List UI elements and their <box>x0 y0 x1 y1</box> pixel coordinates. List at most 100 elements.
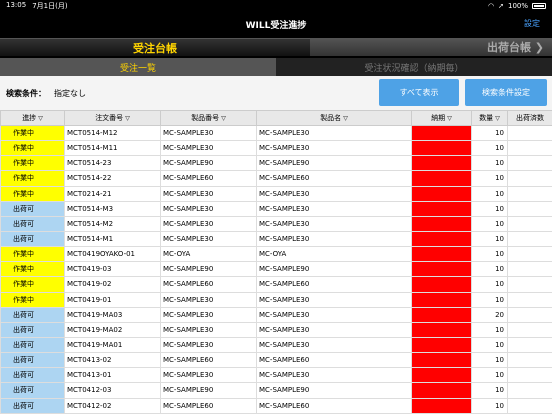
header-status[interactable]: 進捗 ▽ <box>0 110 65 126</box>
cell-product-no: MC-SAMPLE30 <box>160 230 257 248</box>
tab-received-ledger[interactable]: 受注台帳 <box>0 38 310 56</box>
cell-shipped-qty <box>507 215 552 232</box>
cell-product-no: MC-SAMPLE60 <box>160 276 257 293</box>
table-row[interactable]: 作業中 MCT0214-21 MC-SAMPLE30 MC-SAMPLE30 10 <box>0 185 552 202</box>
cell-product-name: MC-SAMPLE30 <box>256 291 412 308</box>
cell-order-no: MCT0514-23 <box>64 155 161 172</box>
cell-quantity: 20 <box>471 306 508 323</box>
table-row[interactable]: 出荷可 MCT0412-03 MC-SAMPLE90 MC-SAMPLE90 10 <box>0 382 552 399</box>
table-row[interactable]: 出荷可 MCT0413-01 MC-SAMPLE30 MC-SAMPLE30 10 <box>0 367 552 384</box>
cell-shipped-qty <box>507 276 552 293</box>
table-row[interactable]: 作業中 MCT0419-01 MC-SAMPLE30 MC-SAMPLE30 10 <box>0 291 552 308</box>
cell-shipped-qty <box>507 200 552 217</box>
cell-due-date <box>411 124 472 142</box>
cell-due-date <box>411 367 472 384</box>
cell-status: 出荷可 <box>0 336 65 354</box>
cell-quantity: 10 <box>471 185 508 202</box>
set-condition-button[interactable]: 検索条件設定 <box>465 79 547 106</box>
table-row[interactable]: 作業中 MCT0419OYAKO-01 MC-OYA MC-OYA 10 <box>0 246 552 263</box>
cell-order-no: MCT0413-02 <box>64 352 161 369</box>
cell-status: 作業中 <box>0 291 65 308</box>
battery-icon <box>532 3 546 9</box>
settings-button[interactable]: 設定 <box>524 18 540 29</box>
table-row[interactable]: 出荷可 MCT0514-M1 MC-SAMPLE30 MC-SAMPLE30 10 <box>0 230 552 248</box>
table-row[interactable]: 作業中 MCT0419-02 MC-SAMPLE60 MC-SAMPLE60 10 <box>0 276 552 293</box>
cell-quantity: 10 <box>471 246 508 263</box>
table-row[interactable]: 出荷可 MCT0419-MA03 MC-SAMPLE30 MC-SAMPLE30 20 <box>0 306 552 323</box>
cell-due-date <box>411 382 472 399</box>
cell-shipped-qty <box>507 291 552 308</box>
table-row[interactable]: 作業中 MCT0514-M12 MC-SAMPLE30 MC-SAMPLE30 10 <box>0 124 552 142</box>
cell-shipped-qty <box>507 185 552 202</box>
cell-order-no: MCT0412-02 <box>64 397 161 414</box>
cell-product-no: MC-SAMPLE90 <box>160 261 257 278</box>
cell-product-name: MC-SAMPLE60 <box>256 352 412 369</box>
cell-due-date <box>411 306 472 323</box>
cell-due-date <box>411 200 472 217</box>
cell-status: 出荷可 <box>0 367 65 384</box>
header-order-no[interactable]: 注文番号 ▽ <box>64 110 161 126</box>
cell-due-date <box>411 155 472 172</box>
cell-quantity: 10 <box>471 336 508 354</box>
cell-status: 作業中 <box>0 170 65 187</box>
cell-shipped-qty <box>507 230 552 248</box>
table-row[interactable]: 出荷可 MCT0514-M2 MC-SAMPLE30 MC-SAMPLE30 10 <box>0 215 552 232</box>
cell-due-date <box>411 276 472 293</box>
table-row[interactable]: 作業中 MCT0514-23 MC-SAMPLE90 MC-SAMPLE90 10 <box>0 155 552 172</box>
cell-order-no: MCT0419-MA02 <box>64 321 161 338</box>
table-row[interactable]: 出荷可 MCT0419-MA02 MC-SAMPLE30 MC-SAMPLE30 10 <box>0 321 552 338</box>
order-table-container[interactable]: 進捗 ▽ 注文番号 ▽ 製品番号 ▽ 製品名 ▽ 納期 ▽ 数量 ▽ 出荷済数 作業中 MCT… <box>0 110 552 414</box>
tab-order-list[interactable]: 受注一覧 <box>0 58 276 76</box>
cell-order-no: MCT0419-03 <box>64 261 161 278</box>
app-title: WILL受注進捗 <box>245 21 307 31</box>
cell-status: 出荷可 <box>0 230 65 248</box>
table-row[interactable]: 出荷可 MCT0419-MA01 MC-SAMPLE30 MC-SAMPLE30 10 <box>0 336 552 354</box>
tab-order-status[interactable]: 受注状況確認（納期毎） <box>276 58 552 76</box>
table-row[interactable]: 出荷可 MCT0412-02 MC-SAMPLE60 MC-SAMPLE60 10 <box>0 397 552 414</box>
cell-product-no: MC-SAMPLE30 <box>160 124 257 142</box>
cell-order-no: MCT0214-21 <box>64 185 161 202</box>
cell-quantity: 10 <box>471 397 508 414</box>
header-product-name[interactable]: 製品名 ▽ <box>256 110 412 126</box>
tab-shipping-ledger[interactable]: 出荷台帳 ❯ <box>310 38 552 56</box>
cell-product-name: MC-SAMPLE30 <box>256 185 412 202</box>
cell-due-date <box>411 352 472 369</box>
table-row[interactable]: 作業中 MCT0514-22 MC-SAMPLE60 MC-SAMPLE60 10 <box>0 170 552 187</box>
cell-due-date <box>411 291 472 308</box>
cell-shipped-qty <box>507 336 552 354</box>
cell-product-no: MC-SAMPLE90 <box>160 155 257 172</box>
filter-icon: ▽ <box>447 115 452 122</box>
header-product-no[interactable]: 製品番号 ▽ <box>160 110 257 126</box>
cell-quantity: 10 <box>471 200 508 217</box>
cell-shipped-qty <box>507 155 552 172</box>
wifi-icon: ◠ <box>488 2 495 10</box>
cell-shipped-qty <box>507 306 552 323</box>
cell-status: 出荷可 <box>0 321 65 338</box>
header-due-date[interactable]: 納期 ▽ <box>411 110 472 126</box>
cell-status: 出荷可 <box>0 306 65 323</box>
cell-due-date <box>411 140 472 157</box>
ledger-tabs: 受注台帳 出荷台帳 ❯ <box>0 38 552 56</box>
table-row[interactable]: 作業中 MCT0419-03 MC-SAMPLE90 MC-SAMPLE90 10 <box>0 261 552 278</box>
cell-product-name: MC-SAMPLE90 <box>256 382 412 399</box>
cell-shipped-qty <box>507 367 552 384</box>
cell-product-no: MC-SAMPLE30 <box>160 336 257 354</box>
cell-product-no: MC-SAMPLE60 <box>160 170 257 187</box>
cell-due-date <box>411 230 472 248</box>
cell-quantity: 10 <box>471 230 508 248</box>
table-row[interactable]: 出荷可 MCT0413-02 MC-SAMPLE60 MC-SAMPLE60 10 <box>0 352 552 369</box>
cell-order-no: MCT0419-01 <box>64 291 161 308</box>
show-all-button[interactable]: すべて表示 <box>379 79 459 106</box>
cell-quantity: 10 <box>471 352 508 369</box>
cell-product-name: MC-SAMPLE30 <box>256 321 412 338</box>
cell-shipped-qty <box>507 352 552 369</box>
header-quantity[interactable]: 数量 ▽ <box>471 110 508 126</box>
cell-product-name: MC-OYA <box>256 246 412 263</box>
header-shipped-qty: 出荷済数 <box>507 110 552 126</box>
cell-product-name: MC-SAMPLE90 <box>256 155 412 172</box>
table-row[interactable]: 出荷可 MCT0514-M3 MC-SAMPLE30 MC-SAMPLE30 10 <box>0 200 552 217</box>
table-row[interactable]: 作業中 MCT0514-M11 MC-SAMPLE30 MC-SAMPLE30 10 <box>0 140 552 157</box>
cell-quantity: 10 <box>471 155 508 172</box>
cell-quantity: 10 <box>471 382 508 399</box>
cell-quantity: 10 <box>471 140 508 157</box>
